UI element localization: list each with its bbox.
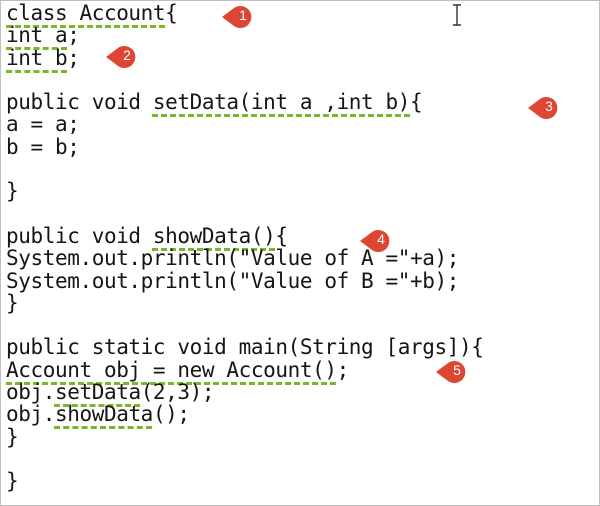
code-token-warning: showData	[54, 402, 153, 427]
code-area[interactable]: class Account{int a; int b; public void se…	[6, 1, 484, 493]
code-token: ;	[336, 357, 350, 382]
code-token-warning: setData(int a ,int b)	[152, 90, 411, 115]
code-line: int b;	[6, 45, 483, 70]
code-token-warning: class Account	[6, 1, 166, 25]
code-token: {	[410, 90, 423, 115]
code-token: obj.	[6, 380, 55, 405]
code-token-warning: Account obj = new Account()	[6, 357, 337, 382]
code-token: public void	[6, 90, 153, 115]
code-token: }	[6, 424, 19, 449]
callout-marker-5: 5	[436, 359, 468, 385]
code-token: ;	[67, 45, 80, 70]
callout-number: 1	[239, 7, 247, 23]
code-token-warning: setData	[54, 380, 141, 405]
code-token: {	[165, 1, 178, 25]
code-line: }	[6, 470, 483, 492]
callout-number: 5	[453, 362, 461, 378]
code-token-warning: showData()	[152, 223, 276, 248]
callout-marker-4: 4	[360, 228, 392, 254]
code-token-warning: int b	[6, 45, 68, 70]
callout-number: 3	[545, 98, 553, 114]
callout-marker-2: 2	[106, 44, 138, 70]
code-token: }	[6, 179, 19, 204]
code-token: obj.	[6, 402, 55, 427]
code-line: public void showData(){	[6, 225, 483, 247]
code-line: obj.setData(2,3);	[6, 381, 483, 403]
code-line: }	[6, 180, 483, 202]
code-token: }	[6, 290, 19, 315]
code-line: obj.showData();	[6, 403, 483, 425]
code-token: ;	[67, 23, 80, 48]
callout-number: 2	[123, 47, 131, 63]
callout-marker-3: 3	[528, 95, 560, 121]
code-line: }	[6, 292, 483, 314]
code-line: a = a;	[6, 113, 483, 135]
code-token: b = b;	[6, 134, 80, 159]
code-token: ();	[152, 402, 190, 427]
code-line: }	[6, 424, 483, 449]
code-line: System.out.println("Value of B ="+b);	[6, 268, 483, 293]
code-line: public void setData(int a ,int b){	[6, 91, 483, 113]
code-token: public static void main(String [args]){	[6, 335, 484, 360]
callout-marker-1: 1	[222, 4, 254, 30]
code-line: public static void main(String [args]){	[6, 335, 484, 360]
code-token: System.out.println("Value of B ="+b);	[6, 268, 459, 293]
code-line: System.out.println("Value of A ="+a);	[6, 247, 483, 269]
code-line: Account obj = new Account();	[6, 359, 483, 381]
code-token: }	[6, 469, 19, 494]
code-token: public void	[6, 223, 153, 248]
code-token: a = a;	[6, 112, 80, 137]
code-token: {	[275, 223, 288, 248]
code-token: (2,3);	[140, 380, 215, 405]
text-ibeam-cursor-icon	[453, 4, 461, 26]
code-line: b = b;	[6, 136, 483, 158]
code-token-warning: int a	[6, 23, 68, 48]
callout-number: 4	[377, 231, 385, 247]
